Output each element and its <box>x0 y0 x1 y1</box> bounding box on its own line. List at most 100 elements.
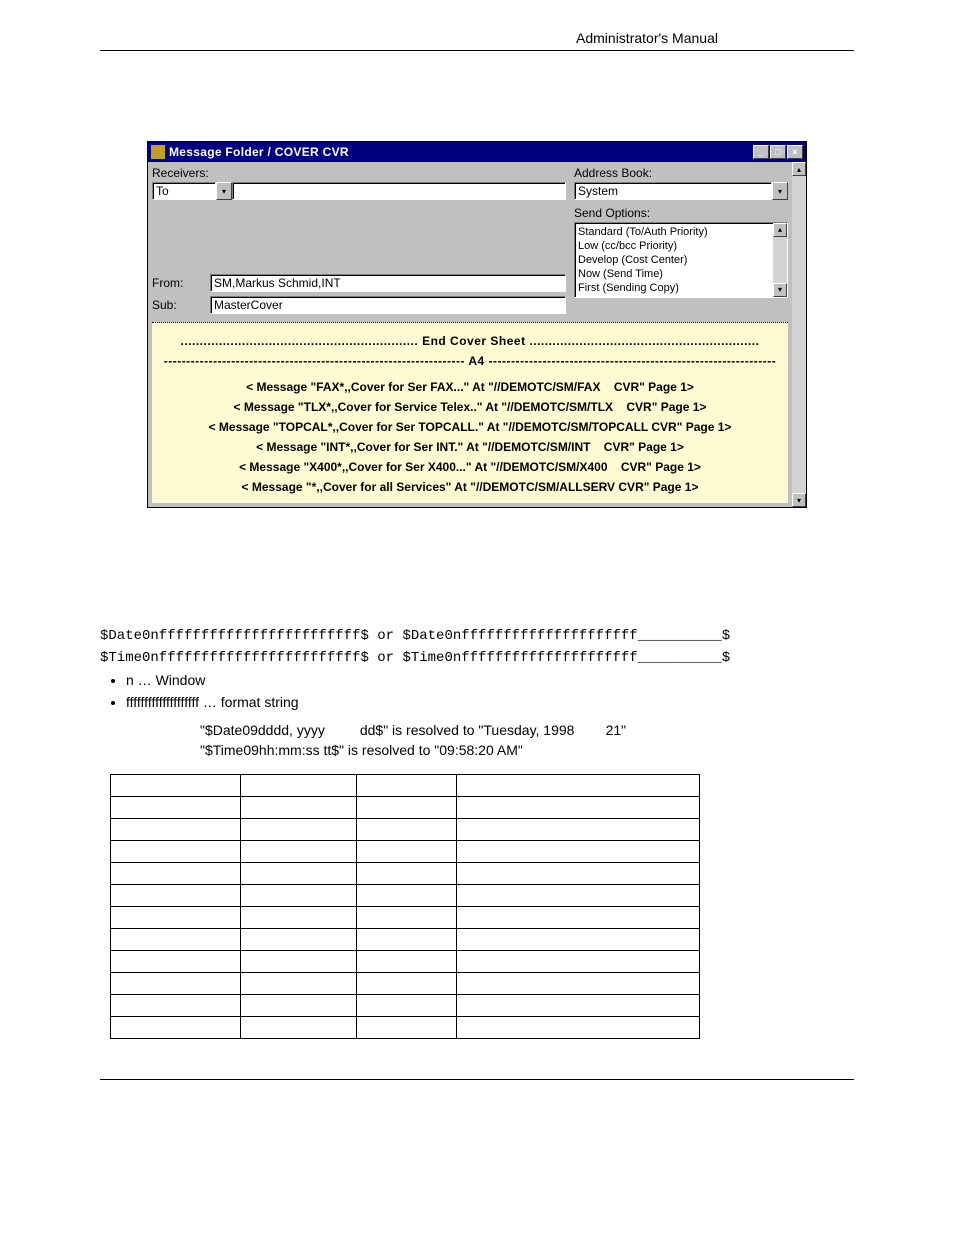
address-book-dropdown[interactable]: System ▾ <box>574 182 788 200</box>
message-line: < Message "*,,Cover for all Services" At… <box>156 477 784 497</box>
to-dropdown[interactable]: To ▾ <box>152 182 232 200</box>
table-cell <box>111 929 241 951</box>
message-line: < Message "X400*,,Cover for Ser X400..."… <box>156 457 784 477</box>
send-option-item[interactable]: Low (cc/bcc Priority) <box>578 239 784 253</box>
table-cell <box>241 951 357 973</box>
sub-label: Sub: <box>152 298 204 312</box>
table-cell <box>457 841 700 863</box>
table-row <box>111 775 700 797</box>
close-button[interactable]: × <box>787 145 803 159</box>
title-bar: Message Folder / COVER CVR _ □ × <box>148 142 806 162</box>
code-line: $Time0nffffffffffffffffffffffff$ or $Tim… <box>100 650 854 666</box>
header-title: Administrator's Manual <box>440 30 854 46</box>
send-options-list[interactable]: Standard (To/Auth Priority) Low (cc/bcc … <box>574 222 788 298</box>
table-row <box>111 1017 700 1039</box>
bullet-item: ffffffffffffffffffff … format string <box>126 694 854 710</box>
table-cell <box>111 885 241 907</box>
table-cell <box>241 929 357 951</box>
table-cell <box>111 775 241 797</box>
table-cell <box>357 819 457 841</box>
table-cell <box>111 797 241 819</box>
page-header: Administrator's Manual <box>100 30 854 51</box>
send-option-item[interactable]: Develop (Cost Center) <box>578 253 784 267</box>
maximize-button[interactable]: □ <box>770 145 786 159</box>
table-cell <box>241 797 357 819</box>
bullet-item: n … Window <box>126 672 854 688</box>
table-row <box>111 863 700 885</box>
table-cell <box>357 885 457 907</box>
table-cell <box>241 775 357 797</box>
table-cell <box>357 797 457 819</box>
table-cell <box>241 973 357 995</box>
from-input[interactable]: SM,Markus Schmid,INT <box>210 274 566 292</box>
receiver-input[interactable] <box>232 182 566 200</box>
app-icon <box>151 145 165 159</box>
message-line: < Message "FAX*,,Cover for Ser FAX..." A… <box>156 377 784 397</box>
message-line: < Message "TLX*,,Cover for Service Telex… <box>156 397 784 417</box>
table-cell <box>357 775 457 797</box>
table-cell <box>457 973 700 995</box>
table-cell <box>241 907 357 929</box>
format-table <box>110 774 700 1039</box>
table-cell <box>357 973 457 995</box>
from-label: From: <box>152 276 204 290</box>
message-line: < Message "TOPCAL*,,Cover for Ser TOPCAL… <box>156 417 784 437</box>
table-cell <box>241 819 357 841</box>
table-cell <box>457 885 700 907</box>
table-cell <box>457 863 700 885</box>
send-option-item[interactable]: Now (Send Time) <box>578 267 784 281</box>
send-options-label: Send Options: <box>574 206 788 220</box>
table-cell <box>111 863 241 885</box>
address-book-label: Address Book: <box>574 166 788 180</box>
table-cell <box>457 951 700 973</box>
receivers-label: Receivers: <box>152 166 566 180</box>
table-cell <box>457 775 700 797</box>
table-cell <box>111 951 241 973</box>
table-cell <box>357 1017 457 1039</box>
table-row <box>111 819 700 841</box>
minimize-button[interactable]: _ <box>753 145 769 159</box>
table-row <box>111 907 700 929</box>
examples: "$Date09dddd, yyyy dd$" is resolved to "… <box>200 720 854 760</box>
table-cell <box>241 995 357 1017</box>
table-cell <box>111 973 241 995</box>
cover-sheet-area: ........................................… <box>152 322 788 503</box>
table-row <box>111 951 700 973</box>
footer-rule <box>100 1079 854 1080</box>
chevron-down-icon[interactable]: ▾ <box>772 182 788 200</box>
table-cell <box>241 885 357 907</box>
window-title: Message Folder / COVER CVR <box>169 145 753 159</box>
table-row <box>111 973 700 995</box>
scroll-down-icon[interactable]: ▾ <box>773 283 787 297</box>
table-cell <box>111 1017 241 1039</box>
scroll-up-icon[interactable]: ▴ <box>792 162 806 176</box>
chevron-down-icon[interactable]: ▾ <box>216 182 232 200</box>
table-cell <box>357 841 457 863</box>
scroll-up-icon[interactable]: ▴ <box>773 223 787 237</box>
table-cell <box>457 819 700 841</box>
scroll-down-icon[interactable]: ▾ <box>792 493 806 507</box>
table-cell <box>457 907 700 929</box>
table-cell <box>457 797 700 819</box>
table-cell <box>111 819 241 841</box>
table-cell <box>111 841 241 863</box>
table-cell <box>457 995 700 1017</box>
message-folder-window: Message Folder / COVER CVR _ □ × ▴ ▾ Rec… <box>147 141 807 508</box>
list-scrollbar[interactable]: ▴ ▾ <box>773 223 787 297</box>
bullet-list: n … Window ffffffffffffffffffff … format… <box>126 672 854 710</box>
table-row <box>111 929 700 951</box>
message-line: < Message "INT*,,Cover for Ser INT." At … <box>156 437 784 457</box>
window-vertical-scrollbar[interactable]: ▴ ▾ <box>792 162 806 507</box>
message-lines: < Message "FAX*,,Cover for Ser FAX..." A… <box>156 377 784 497</box>
table-cell <box>357 951 457 973</box>
table-row <box>111 797 700 819</box>
table-cell <box>357 929 457 951</box>
table-row <box>111 841 700 863</box>
subject-input[interactable]: MasterCover <box>210 296 566 314</box>
table-cell <box>357 995 457 1017</box>
table-cell <box>457 1017 700 1039</box>
send-option-item[interactable]: Standard (To/Auth Priority) <box>578 225 784 239</box>
send-option-item[interactable]: First (Sending Copy) <box>578 281 784 295</box>
address-book-value: System <box>574 182 772 200</box>
to-dropdown-value: To <box>152 182 216 200</box>
